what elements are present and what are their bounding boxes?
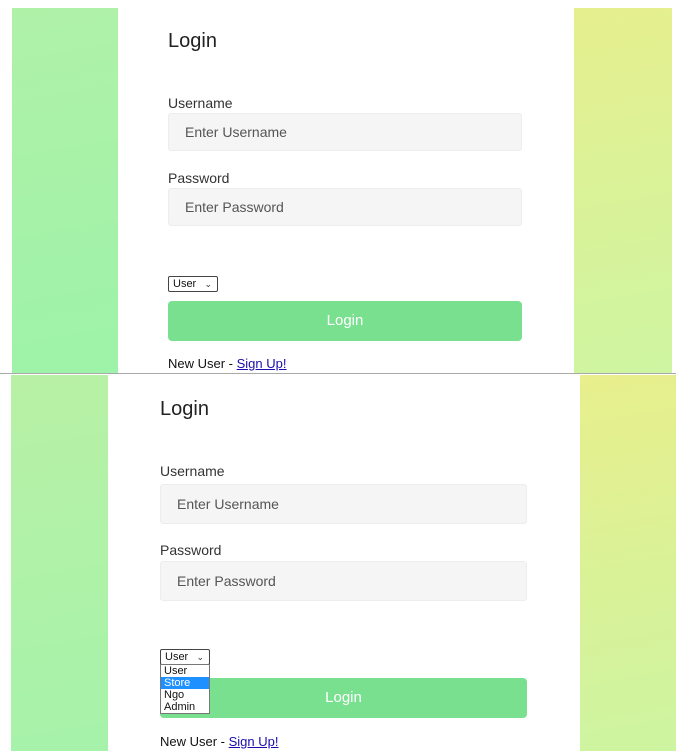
role-select[interactable]: User ⌄ bbox=[168, 276, 218, 292]
gradient-left bbox=[12, 8, 118, 374]
signup-link[interactable]: Sign Up! bbox=[229, 734, 279, 749]
divider bbox=[0, 373, 676, 374]
screenshot-top: Login Username Enter Username Password E… bbox=[0, 0, 676, 374]
username-field[interactable]: Enter Username bbox=[160, 484, 527, 524]
page-title: Login bbox=[160, 398, 209, 420]
role-option-user[interactable]: User bbox=[161, 665, 209, 677]
password-field[interactable]: Enter Password bbox=[160, 561, 527, 601]
chevron-down-icon: ⌄ bbox=[204, 279, 212, 289]
signup-row: New User - Sign Up! bbox=[168, 356, 287, 371]
username-label: Username bbox=[168, 95, 233, 111]
gradient-left bbox=[11, 375, 108, 751]
page-title: Login bbox=[168, 30, 217, 52]
username-label: Username bbox=[160, 463, 225, 479]
login-card: Login Username Enter Username Password E… bbox=[108, 375, 580, 751]
role-option-admin[interactable]: Admin bbox=[161, 701, 209, 713]
role-select[interactable]: User ⌄ bbox=[160, 649, 210, 665]
password-label: Password bbox=[160, 542, 222, 558]
password-field[interactable]: Enter Password bbox=[168, 188, 522, 226]
login-button[interactable]: Login bbox=[168, 301, 522, 341]
role-option-ngo[interactable]: Ngo bbox=[161, 689, 209, 701]
password-label: Password bbox=[168, 170, 230, 186]
new-user-text: New User - bbox=[160, 734, 229, 749]
role-option-store[interactable]: Store bbox=[161, 677, 209, 689]
role-dropdown-list: User Store Ngo Admin bbox=[160, 664, 210, 714]
screenshot-bottom: Login Username Enter Username Password E… bbox=[0, 375, 676, 751]
chevron-down-icon: ⌄ bbox=[196, 652, 204, 662]
role-select-value: User bbox=[165, 651, 189, 663]
role-select-value: User bbox=[173, 278, 197, 290]
signup-link[interactable]: Sign Up! bbox=[237, 356, 287, 371]
username-field[interactable]: Enter Username bbox=[168, 113, 522, 151]
signup-row: New User - Sign Up! bbox=[160, 734, 279, 749]
gradient-right bbox=[580, 375, 676, 751]
login-card: Login Username Enter Username Password E… bbox=[118, 8, 574, 374]
new-user-text: New User - bbox=[168, 356, 237, 371]
login-button[interactable]: Login bbox=[160, 678, 527, 718]
gradient-right bbox=[574, 8, 672, 374]
